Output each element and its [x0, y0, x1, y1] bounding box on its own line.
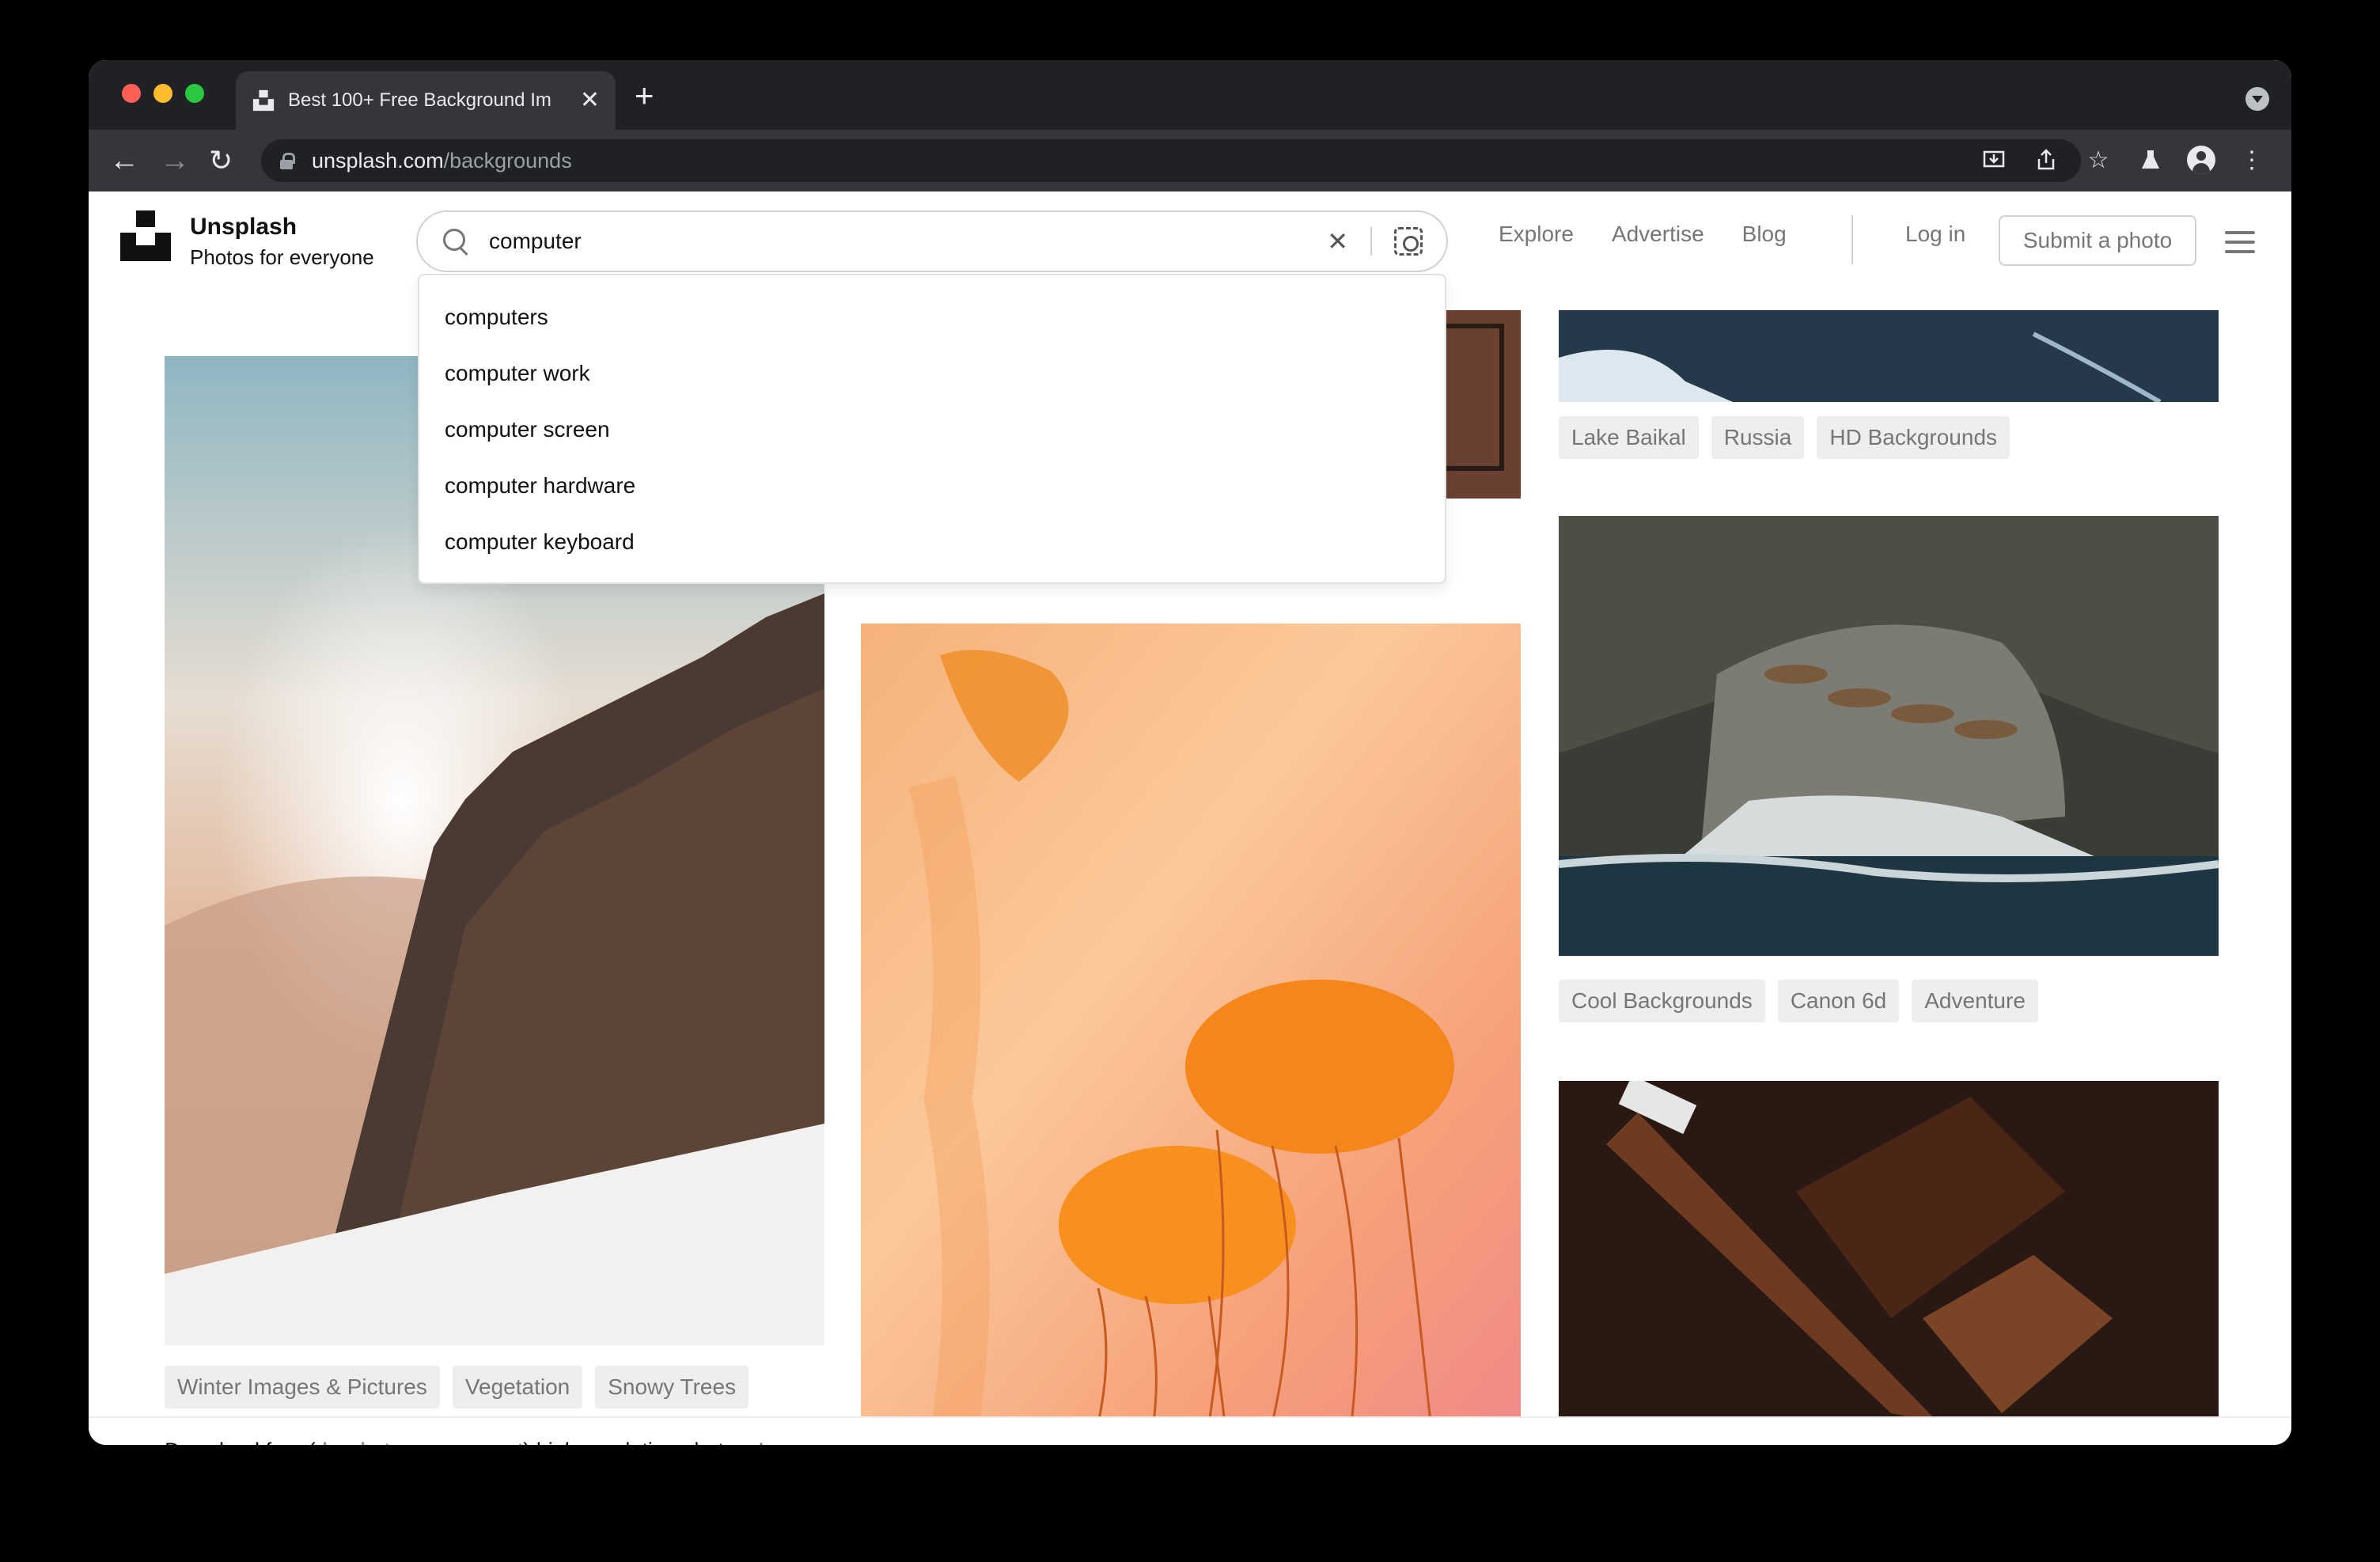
suggestion-item[interactable]: computer work [419, 354, 1445, 410]
brand-tagline: Photos for everyone [190, 245, 374, 269]
bookmark-star-icon[interactable]: ☆ [2082, 144, 2114, 176]
forest-tags: Winter Images & Pictures Vegetation Snow… [165, 1366, 749, 1408]
suggestion-item[interactable]: computer keyboard [419, 522, 1445, 578]
suggestion-item[interactable]: computers [419, 298, 1445, 354]
address-bar[interactable]: unsplash.com /backgrounds [261, 139, 2081, 182]
hamburger-menu-icon[interactable] [2225, 231, 2255, 253]
close-window-button[interactable] [122, 84, 141, 103]
profile-avatar-icon[interactable] [2187, 146, 2215, 174]
nav-advertise[interactable]: Advertise [1612, 222, 1704, 247]
suggestion-item[interactable]: computer hardware [419, 466, 1445, 522]
tag-snowy-trees[interactable]: Snowy Trees [595, 1366, 749, 1408]
search-divider [1370, 227, 1372, 256]
visual-search-icon[interactable] [1394, 227, 1423, 256]
sealion-tags: Cool Backgrounds Canon 6d Adventure [1559, 980, 2038, 1022]
lake-tags: Lake Baikal Russia HD Backgrounds [1559, 416, 2010, 459]
more-vertical-icon[interactable]: ⋮ [2236, 144, 2268, 176]
page-content: Unsplash Photos for everyone computer ✕ … [89, 191, 2291, 1445]
tab-search-icon[interactable] [2245, 87, 2269, 111]
brand[interactable]: Unsplash Photos for everyone [190, 214, 374, 270]
maximize-window-button[interactable] [185, 84, 204, 103]
url-path: /backgrounds [443, 148, 572, 173]
new-tab-button[interactable]: + [635, 79, 654, 112]
nav-blog[interactable]: Blog [1742, 222, 1787, 247]
nav-explore[interactable]: Explore [1499, 222, 1574, 247]
login-link[interactable]: Log in [1905, 222, 1965, 247]
banner-text: Download free (do whatever you want) hig… [165, 1439, 868, 1445]
back-arrow-icon[interactable]: ← [109, 141, 139, 180]
minimize-window-button[interactable] [153, 84, 172, 103]
browser-tab[interactable]: Best 100+ Free Background Im ✕ [236, 71, 616, 130]
search-bar[interactable]: computer ✕ [416, 210, 1448, 272]
reload-icon[interactable]: ↻ [209, 141, 233, 180]
search-input[interactable]: computer [489, 229, 1327, 254]
url-host: unsplash.com [312, 148, 444, 173]
tag-russia[interactable]: Russia [1711, 416, 1805, 459]
tag-adventure[interactable]: Adventure [1912, 980, 2038, 1022]
tag-cool-backgrounds[interactable]: Cool Backgrounds [1559, 980, 1765, 1022]
header-divider [1851, 215, 1853, 264]
labs-flask-icon[interactable] [2135, 144, 2166, 176]
tag-canon-6d[interactable]: Canon 6d [1777, 980, 1900, 1022]
search-icon[interactable] [442, 227, 470, 256]
install-app-icon[interactable] [1978, 144, 2010, 176]
tag-hd-backgrounds[interactable]: HD Backgrounds [1817, 416, 2010, 459]
brand-name: Unsplash [190, 214, 298, 240]
tab-close-icon[interactable]: ✕ [580, 89, 600, 112]
tag-vegetation[interactable]: Vegetation [452, 1366, 583, 1408]
forward-arrow-icon[interactable]: → [160, 141, 190, 180]
tab-title: Best 100+ Free Background Im [288, 89, 551, 111]
search-suggestions: computers computer work computer screen … [418, 274, 1446, 584]
submit-photo-button[interactable]: Submit a photo [1999, 215, 2196, 266]
unsplash-logo[interactable] [120, 210, 171, 261]
download-banner: Download free (do whatever you want) hig… [89, 1416, 2291, 1445]
tag-winter[interactable]: Winter Images & Pictures [165, 1366, 440, 1408]
learn-more-link[interactable]: Learn more [758, 1439, 867, 1445]
share-icon[interactable] [2030, 144, 2062, 176]
photo-wood-ceiling[interactable] [1559, 1081, 2219, 1423]
license-link[interactable]: do whatever you want [316, 1439, 524, 1445]
tab-bar: Best 100+ Free Background Im ✕ + [89, 60, 2291, 130]
banner-prefix: Download free ( [165, 1439, 316, 1445]
lock-icon[interactable] [280, 153, 295, 169]
photo-jellyfish[interactable] [861, 624, 1521, 1423]
browser-toolbar: ← → ↻ unsplash.com /backgrounds ☆ ⋮ [89, 130, 2291, 191]
photo-sea-lions[interactable] [1559, 516, 2219, 956]
suggestion-item[interactable]: computer screen [419, 410, 1445, 466]
clear-search-icon[interactable]: ✕ [1327, 226, 1348, 256]
unsplash-favicon-icon [252, 89, 275, 112]
photo-lake-baikal[interactable] [1559, 310, 2219, 402]
browser-window: Best 100+ Free Background Im ✕ + ← → ↻ u… [89, 60, 2291, 1445]
tag-lake-baikal[interactable]: Lake Baikal [1559, 416, 1699, 459]
banner-suffix: ) high-resolution photos. [523, 1439, 758, 1445]
